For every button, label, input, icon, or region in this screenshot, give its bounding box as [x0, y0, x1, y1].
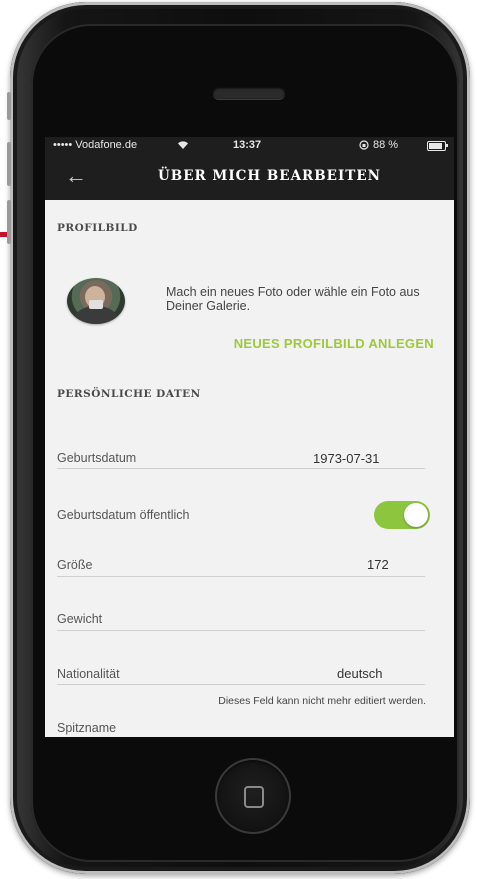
height-label: Größe: [57, 558, 93, 572]
nationality-underline: [57, 684, 425, 685]
earpiece-speaker: [213, 87, 285, 99]
birthdate-public-label: Geburtsdatum öffentlich: [57, 508, 190, 522]
battery-tip: [446, 144, 448, 147]
weight-label: Gewicht: [57, 612, 103, 626]
rotation-lock-icon: [359, 140, 369, 150]
toggle-knob: [404, 503, 428, 527]
weight-underline: [57, 630, 425, 631]
birthdate-public-toggle[interactable]: [374, 501, 430, 529]
height-underline: [57, 576, 425, 577]
birthdate-field[interactable]: 1973-07-31: [313, 451, 380, 466]
volume-down-button: [7, 200, 11, 244]
volume-up-button: [7, 142, 11, 186]
battery-percent: 88 %: [373, 139, 399, 151]
battery-level: [429, 143, 442, 149]
section-title-personal-data: PERSÖNLICHE DATEN: [57, 388, 201, 400]
mute-switch: [7, 92, 11, 120]
app-screen: ••••• Vodafone.de 13:37 88 % ← ÜBER MICH…: [45, 137, 454, 737]
clock-label: 13:37: [233, 139, 262, 151]
nationality-note: Dieses Feld kann nicht mehr editiert wer…: [218, 695, 426, 707]
photo-hint-text: Mach ein neues Foto oder wähle ein Foto …: [166, 285, 420, 313]
status-bar: ••••• Vodafone.de 13:37 88 %: [45, 137, 454, 154]
home-square-icon: [244, 786, 264, 808]
nickname-label: Spitzname: [57, 721, 117, 735]
carrier-label: ••••• Vodafone.de: [53, 139, 138, 151]
birthdate-label: Geburtsdatum: [57, 451, 137, 465]
home-button[interactable]: [215, 758, 291, 834]
nationality-field[interactable]: deutsch: [337, 666, 383, 681]
app-bar: ← ÜBER MICH BEARBEITEN: [45, 154, 454, 200]
section-title-profile-picture: PROFILBILD: [57, 222, 138, 234]
avatar[interactable]: [67, 278, 125, 324]
wifi-icon: [178, 141, 188, 149]
camera-icon: [89, 300, 103, 309]
page-title: ÜBER MICH BEARBEITEN: [158, 168, 381, 184]
height-field[interactable]: 172: [367, 557, 389, 572]
birthdate-underline: [57, 468, 425, 469]
battery-icon: [427, 141, 446, 151]
red-marker: [0, 232, 7, 237]
new-profile-picture-button[interactable]: NEUES PROFILBILD ANLEGEN: [234, 336, 434, 351]
nationality-label: Nationalität: [57, 667, 120, 681]
